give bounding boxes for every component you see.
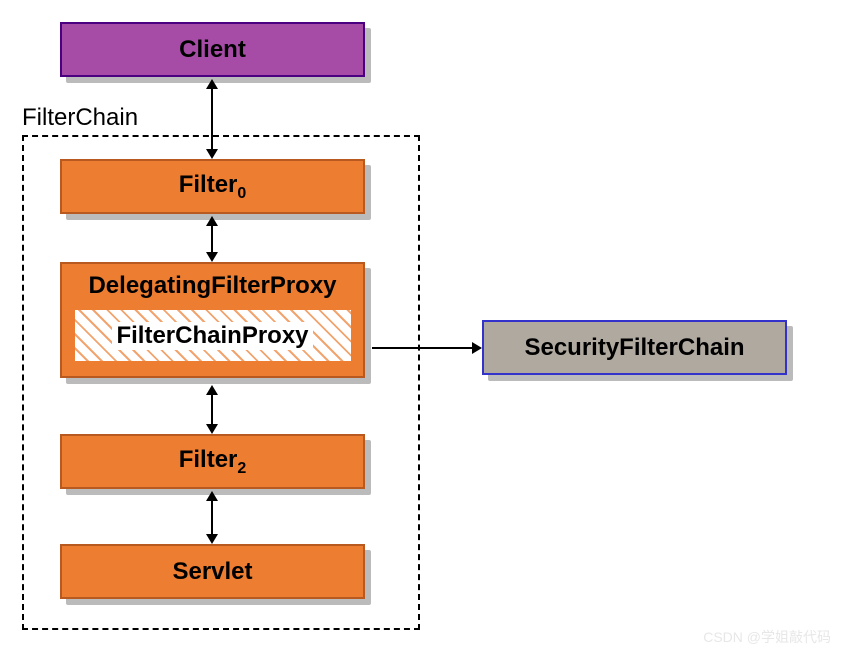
arrowhead-right-icon	[472, 342, 482, 354]
arrow-client-filter0	[211, 87, 213, 149]
filter-chain-proxy-box: FilterChainProxy	[73, 308, 353, 363]
arrow-fcp-sfc	[372, 347, 472, 349]
arrowhead-down-icon	[206, 424, 218, 434]
client-box: Client	[60, 22, 365, 77]
filter-chain-diagram: Client FilterChain Filter0 DelegatingFil…	[0, 0, 843, 653]
filter-chain-proxy-label: FilterChainProxy	[112, 322, 312, 350]
arrowhead-down-icon	[206, 534, 218, 544]
filter2-box: Filter2	[60, 434, 365, 489]
arrow-filter2-servlet	[211, 499, 213, 534]
filter2-label: Filter2	[179, 446, 247, 478]
arrow-dfp-filter2	[211, 393, 213, 424]
watermark-text: CSDN @学姐敲代码	[703, 627, 831, 647]
arrowhead-up-icon	[206, 385, 218, 395]
arrowhead-up-icon	[206, 216, 218, 226]
arrowhead-up-icon	[206, 79, 218, 89]
arrowhead-down-icon	[206, 149, 218, 159]
servlet-box: Servlet	[60, 544, 365, 599]
servlet-label: Servlet	[172, 558, 252, 586]
arrowhead-down-icon	[206, 252, 218, 262]
security-filter-chain-box: SecurityFilterChain	[482, 320, 787, 375]
delegating-filter-proxy-label: DelegatingFilterProxy	[88, 272, 336, 300]
filter0-label: Filter0	[179, 171, 247, 203]
security-filter-chain-label: SecurityFilterChain	[524, 334, 744, 362]
arrowhead-up-icon	[206, 491, 218, 501]
client-label: Client	[179, 36, 246, 64]
arrow-filter0-dfp	[211, 224, 213, 252]
delegating-filter-proxy-box: DelegatingFilterProxy FilterChainProxy	[60, 262, 365, 378]
filterchain-label: FilterChain	[22, 104, 138, 132]
filter0-box: Filter0	[60, 159, 365, 214]
